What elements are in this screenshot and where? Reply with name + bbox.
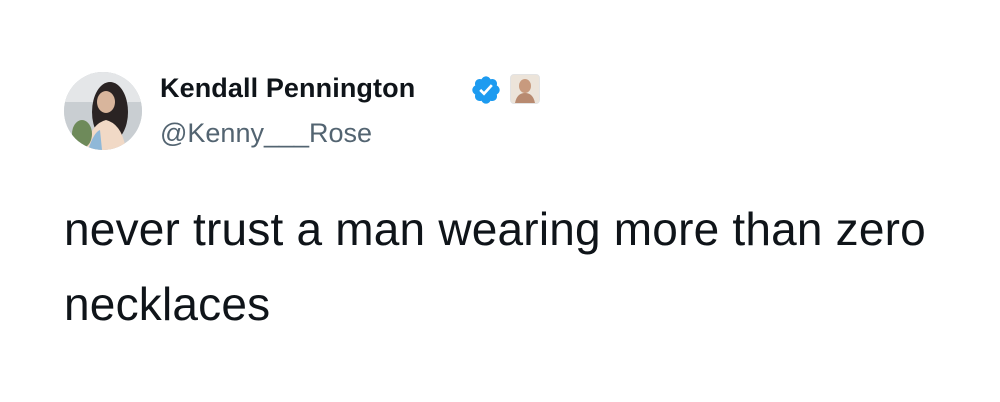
tweet-card: Kendall Pennington @Kenny___Rose never t…	[0, 0, 1000, 402]
affiliate-badge-icon[interactable]	[510, 74, 540, 104]
tweet-text: never trust a man wearing more than zero…	[64, 203, 926, 330]
avatar-photo-icon	[64, 72, 142, 150]
verified-badge-icon	[470, 74, 502, 106]
author-name[interactable]: Kendall Pennington	[160, 73, 415, 104]
author-avatar[interactable]	[64, 72, 142, 150]
author-handle[interactable]: @Kenny___Rose	[160, 118, 372, 149]
